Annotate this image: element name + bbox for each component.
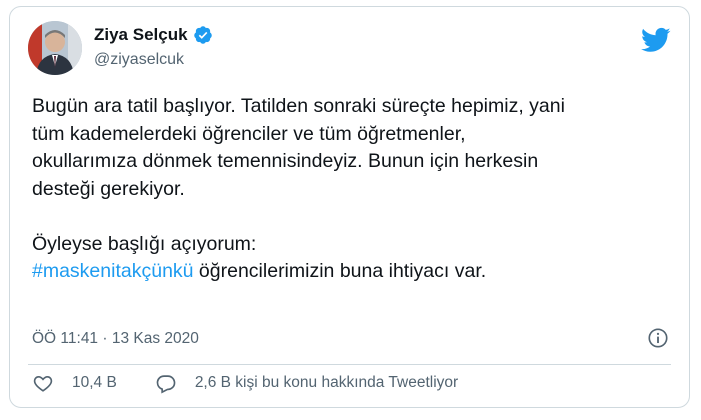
tweet-line: Öyleyse başlığı açıyorum: <box>32 232 257 255</box>
action-bar: 10,4 B 2,6 B kişi bu konu hakkında Tweet… <box>32 372 458 394</box>
verified-badge-icon <box>193 26 212 44</box>
tweet-line: tüm kademelerdeki öğrenciler ve tüm öğre… <box>32 122 466 145</box>
hashtag-link[interactable]: #maskenitakçünkü <box>32 260 194 282</box>
display-name[interactable]: Ziya Selçuk <box>94 25 188 45</box>
reply-button[interactable]: 2,6 B kişi bu konu hakkında Tweetliyor <box>155 372 458 394</box>
reply-icon <box>156 375 176 394</box>
like-count: 10,4 B <box>72 374 117 391</box>
reply-text: 2,6 B kişi bu konu hakkında Tweetliyor <box>194 374 459 391</box>
tweet-line-hashtag: #maskenitakçünkü öğrencilerimizin buna i… <box>32 258 672 286</box>
tweet-line: desteği gerekiyor. <box>32 177 185 200</box>
tweet-line: okullarımıza dönmek temennisindeyiz. Bun… <box>32 150 539 172</box>
divider <box>28 364 671 365</box>
tweet-card: Ziya Selçuk @ziyaselcuk Bugün ara tatil … <box>9 6 690 408</box>
heart-icon <box>33 375 53 392</box>
author-row: Ziya Selçuk <box>94 25 213 45</box>
tweet-timestamp[interactable]: ÖÖ 11:41 · 13 Kas 2020 <box>32 330 199 348</box>
tweet-text: Bugün ara tatil başlıyor. Tatilden sonra… <box>32 93 672 286</box>
twitter-bird-icon[interactable] <box>641 25 671 55</box>
like-button[interactable]: 10,4 B <box>32 372 117 394</box>
hashtag-suffix: öğrencilerimizin buna ihtiyacı var. <box>193 260 487 282</box>
avatar[interactable] <box>28 21 82 75</box>
tweet-line: Bugün ara tatil başlıyor. Tatilden sonra… <box>32 95 565 117</box>
user-handle[interactable]: @ziyaselcuk <box>94 51 184 69</box>
info-icon[interactable] <box>647 327 669 349</box>
